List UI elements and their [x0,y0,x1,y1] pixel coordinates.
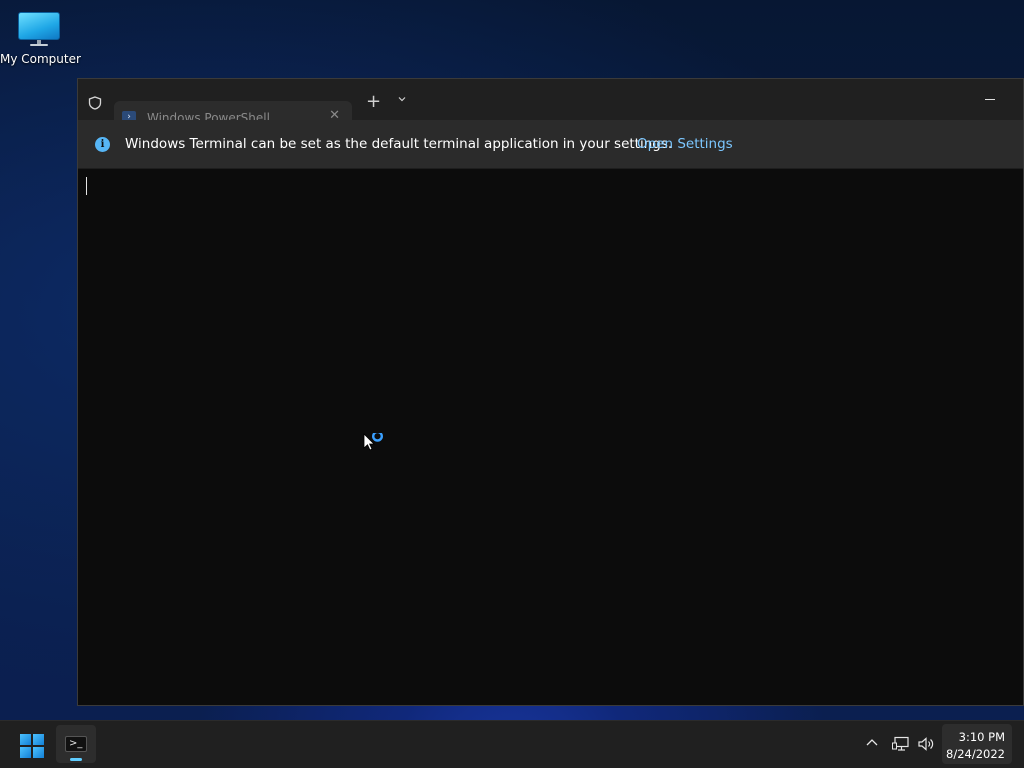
minimize-button[interactable] [985,99,995,100]
infobar-message: Windows Terminal can be set as the defau… [125,136,673,152]
active-app-indicator [70,758,82,761]
desktop-icon-label: My Computer [0,52,81,66]
monitor-icon [18,12,60,46]
new-tab-button[interactable]: + [366,92,381,112]
tab-windows-powershell[interactable]: › Windows PowerShell ✕ [114,101,352,120]
windows-logo-icon[interactable] [20,734,44,758]
chevron-down-icon[interactable] [397,94,407,104]
shield-icon [88,96,102,110]
clock[interactable]: 3:10 PM 8/24/2022 [942,724,1012,764]
clock-date: 8/24/2022 [946,747,1005,761]
taskbar: >_ 3:10 PM 8/24/2022 [0,720,1024,768]
terminal-icon: >_ [65,736,87,752]
taskbar-app-terminal[interactable]: >_ [56,725,96,763]
tab-title: Windows PowerShell [147,111,270,120]
desktop-icon-my-computer[interactable]: My Computer [0,8,81,66]
powershell-icon: › [122,111,136,120]
default-terminal-infobar: i Windows Terminal can be set as the def… [78,120,1023,169]
terminal-window: › Windows PowerShell ✕ + i Windows Termi… [77,78,1024,706]
tab-close-icon[interactable]: ✕ [329,108,340,120]
info-icon: i [95,137,110,152]
network-icon[interactable] [892,736,910,752]
terminal-content-area[interactable] [78,169,1023,705]
clock-time: 3:10 PM [958,730,1005,744]
text-caret [86,177,87,195]
title-bar[interactable]: › Windows PowerShell ✕ + [78,79,1023,120]
busy-cursor-icon [363,433,383,451]
volume-icon[interactable] [917,736,935,752]
open-settings-link[interactable]: Open Settings [637,136,733,152]
chevron-up-icon[interactable] [866,738,878,746]
